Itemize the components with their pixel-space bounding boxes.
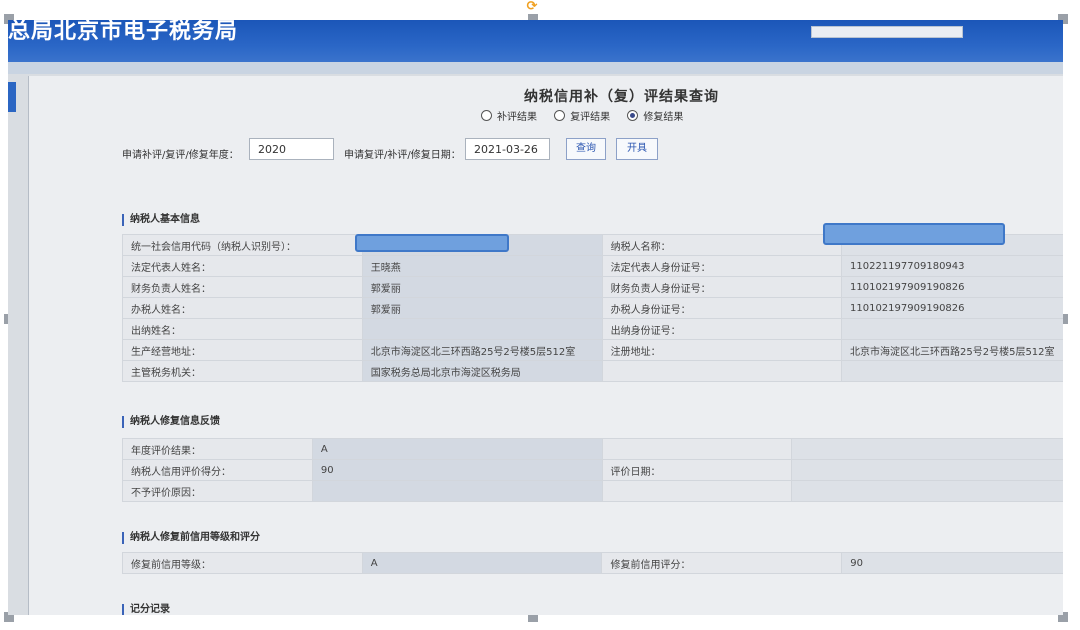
date-label: 申请复评/补评/修复日期： <box>344 150 461 161</box>
field-label: 评价日期： <box>601 459 793 481</box>
field-value: 郭爱丽 <box>361 297 603 319</box>
header-band <box>8 62 1063 74</box>
field-value <box>841 360 1063 382</box>
field-label: 纳税人信用评价得分： <box>122 459 313 481</box>
basic-info-table: 统一社会信用代码（纳税人识别号）： 纳税人名称： 法定代表人姓名： 王晓燕 法定代表人身… <box>122 234 1063 382</box>
query-button[interactable]: 查询 <box>566 138 606 160</box>
radio-checked-icon <box>627 110 639 121</box>
field-value: 郭爱丽 <box>361 276 603 298</box>
field-label: 不予评价原因： <box>122 480 313 502</box>
field-label: 注册地址： <box>601 339 843 361</box>
field-value <box>791 480 1063 502</box>
year-label: 申请补评/复评/修复年度： <box>122 150 239 161</box>
page-title: 纳税信用补（复）评结果查询 <box>524 89 719 105</box>
table-row: 财务负责人姓名： 郭爱丽 财务负责人身份证号： 110102197909190826 <box>122 276 1063 298</box>
section-heading-repair-feedback: 纳税人修复信息反馈 <box>122 416 220 428</box>
field-label: 修复前信用等级： <box>122 552 363 574</box>
field-label: 纳税人名称： <box>601 234 843 256</box>
date-input[interactable]: 2021-03-26 <box>465 138 550 160</box>
field-value: 110221197709180943 <box>841 255 1063 277</box>
radio-circle-icon <box>481 110 492 121</box>
radio-circle-icon <box>554 110 566 121</box>
table-row: 法定代表人姓名： 王晓燕 法定代表人身份证号： 110221197709180943 <box>122 255 1063 277</box>
header-bar: 总局北京市电子税务局 <box>8 20 1063 62</box>
redaction-bar-credit-code <box>355 234 509 252</box>
redaction-bar-taxpayer-name <box>823 223 1005 245</box>
field-value: 110102197909190826 <box>841 276 1063 298</box>
field-value: 90 <box>311 459 603 481</box>
left-nav-tab[interactable] <box>8 82 16 112</box>
field-label: 办税人姓名： <box>122 297 363 319</box>
field-label: 财务负责人姓名： <box>122 276 363 298</box>
field-value: 110102197909190826 <box>841 297 1063 319</box>
radio-review[interactable]: 复评结果 <box>554 108 610 123</box>
field-label: 法定代表人身份证号： <box>601 255 843 277</box>
header-search-box[interactable] <box>811 26 963 38</box>
table-row: 出纳姓名： 出纳身份证号： <box>122 318 1063 340</box>
field-label <box>601 438 793 460</box>
field-label: 财务负责人身份证号： <box>601 276 843 298</box>
field-value: A <box>311 438 603 460</box>
field-label: 统一社会信用代码（纳税人识别号）： <box>122 234 363 256</box>
screen-photo: 总局北京市电子税务局 纳税信用补（复）评结果查询 补评结果 复评结果 修复结果 … <box>8 20 1063 615</box>
field-label: 主管税务机关： <box>122 360 363 382</box>
repair-feedback-table: 年度评价结果： A 纳税人信用评价得分： 90 评价日期： 不予评价原因： <box>122 438 1063 502</box>
field-value: 90 <box>841 552 1063 574</box>
field-value: 北京市海淀区北三环西路25号2号楼5层512室 <box>361 339 603 361</box>
field-value <box>791 438 1063 460</box>
field-label: 年度评价结果： <box>122 438 313 460</box>
radio-supplement[interactable]: 补评结果 <box>481 108 537 123</box>
field-value: 北京市海淀区北三环西路25号2号楼5层512室 <box>841 339 1063 361</box>
radio-label: 修复结果 <box>643 112 684 123</box>
section-heading-before-repair: 纳税人修复前信用等级和评分 <box>122 532 260 544</box>
before-repair-table: 修复前信用等级： A 修复前信用评分： 90 <box>122 552 1063 574</box>
field-value: A <box>361 552 603 574</box>
radio-label: 补评结果 <box>497 112 537 123</box>
table-row: 生产经营地址： 北京市海淀区北三环西路25号2号楼5层512室 注册地址： 北京市海淀… <box>122 339 1063 361</box>
field-label: 出纳身份证号： <box>601 318 843 340</box>
field-label: 修复前信用评分： <box>601 552 843 574</box>
table-row: 办税人姓名： 郭爱丽 办税人身份证号： 110102197909190826 <box>122 297 1063 319</box>
result-type-radios: 补评结果 复评结果 修复结果 <box>481 108 697 124</box>
table-row: 主管税务机关： 国家税务总局北京市海淀区税务局 <box>122 360 1063 382</box>
radio-label: 复评结果 <box>570 112 611 123</box>
year-input[interactable]: 2020 <box>249 138 334 160</box>
radio-repair[interactable]: 修复结果 <box>627 108 683 123</box>
table-row: 年度评价结果： A <box>122 438 1063 460</box>
field-label <box>601 360 843 382</box>
field-value <box>361 318 603 340</box>
field-label: 生产经营地址： <box>122 339 363 361</box>
field-label: 办税人身份证号： <box>601 297 843 319</box>
table-row: 修复前信用等级： A 修复前信用评分： 90 <box>122 552 1063 574</box>
field-value: 王晓燕 <box>361 255 603 277</box>
field-value <box>791 459 1063 481</box>
table-row: 纳税人信用评价得分： 90 评价日期： <box>122 459 1063 481</box>
site-title: 总局北京市电子税务局 <box>8 20 239 44</box>
section-heading-basic-info: 纳税人基本信息 <box>122 214 200 226</box>
field-label: 法定代表人姓名： <box>122 255 363 277</box>
field-label <box>601 480 793 502</box>
section-heading-score-record: 记分记录 <box>122 604 170 615</box>
field-value <box>311 480 603 502</box>
main-panel: 纳税信用补（复）评结果查询 补评结果 复评结果 修复结果 申请补评/复评/修复年… <box>28 76 1063 615</box>
field-value: 国家税务总局北京市海淀区税务局 <box>361 360 603 382</box>
table-row: 不予评价原因： <box>122 480 1063 502</box>
field-value <box>841 318 1063 340</box>
field-label: 出纳姓名： <box>122 318 363 340</box>
rotate-handle-icon[interactable]: ⟳ <box>523 0 541 14</box>
issue-button[interactable]: 开具 <box>616 138 658 160</box>
